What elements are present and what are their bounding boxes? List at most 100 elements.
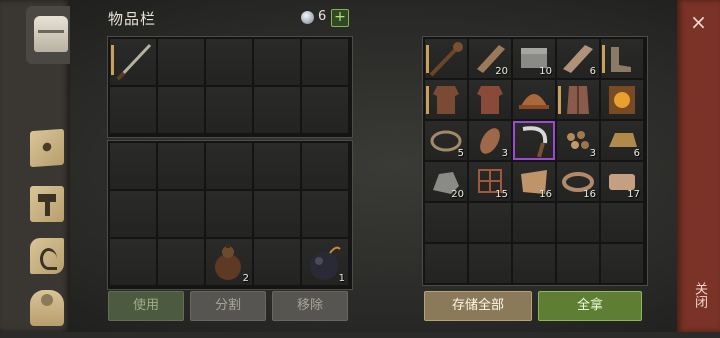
inventory-slot[interactable] — [254, 39, 300, 85]
remove-button[interactable]: 移除 — [272, 291, 348, 321]
storage-slot[interactable] — [557, 80, 599, 119]
add-gems-button[interactable]: + — [331, 9, 349, 27]
storage-slot-selected[interactable] — [513, 121, 555, 160]
close-panel[interactable]: × 关闭 — [677, 0, 720, 332]
leather-armor-icon — [433, 86, 459, 114]
storage-slot[interactable] — [601, 203, 643, 242]
inventory-slot[interactable] — [206, 191, 252, 237]
inventory-slot[interactable] — [158, 39, 204, 85]
item-quantity: 6 — [589, 66, 596, 77]
close-icon[interactable]: × — [677, 10, 720, 34]
storage-slot[interactable]: 10 — [513, 39, 555, 78]
map-icon — [30, 128, 64, 168]
storage-slot[interactable] — [557, 203, 599, 242]
inventory-slot[interactable] — [158, 239, 204, 285]
inventory-slot[interactable] — [206, 39, 252, 85]
helmet-icon — [519, 94, 549, 109]
storage-slot[interactable] — [601, 244, 643, 283]
item-quantity: 17 — [627, 189, 640, 200]
item-quantity: 1 — [338, 273, 345, 284]
tab-quests[interactable] — [22, 228, 70, 286]
inventory-slot[interactable] — [302, 39, 348, 85]
storage-slot[interactable] — [425, 244, 467, 283]
inventory-grid-bag: 2 1 — [107, 140, 353, 290]
vest-icon — [567, 86, 589, 114]
storage-slot[interactable]: 6 — [557, 39, 599, 78]
storage-slot[interactable] — [469, 80, 511, 119]
storage-slot[interactable] — [469, 203, 511, 242]
storage-slot[interactable] — [601, 80, 643, 119]
tab-character[interactable] — [22, 280, 70, 338]
storage-slot[interactable]: 5 — [425, 121, 467, 160]
storage-slot[interactable] — [425, 39, 467, 78]
storage-slot[interactable] — [513, 203, 555, 242]
storage-slot[interactable]: 3 — [469, 121, 511, 160]
inventory-slot[interactable] — [254, 87, 300, 133]
close-label[interactable]: 关闭 — [689, 282, 709, 308]
boots-icon — [611, 47, 631, 72]
storage-slot[interactable]: 6 — [601, 121, 643, 160]
storage-slot[interactable]: 15 — [469, 162, 511, 201]
use-button[interactable]: 使用 — [108, 291, 184, 321]
tab-crafting[interactable] — [22, 176, 70, 234]
inventory-slot[interactable] — [110, 191, 156, 237]
inventory-slot[interactable]: 2 — [206, 239, 252, 285]
inventory-slot[interactable] — [254, 143, 300, 189]
storage-slot[interactable]: 17 — [601, 162, 643, 201]
storage-slot[interactable] — [425, 203, 467, 242]
inventory-slot[interactable] — [110, 239, 156, 285]
inventory-slot[interactable] — [302, 87, 348, 133]
inventory-slot[interactable] — [110, 143, 156, 189]
hammer-icon — [30, 186, 64, 222]
storage-slot[interactable]: 20 — [425, 162, 467, 201]
storage-slot[interactable]: 16 — [557, 162, 599, 201]
gem-count: 6 — [318, 9, 327, 24]
item-quantity: 16 — [539, 189, 552, 200]
gem-icon — [301, 11, 314, 24]
inventory-slot[interactable] — [158, 87, 204, 133]
inventory-slot[interactable] — [302, 191, 348, 237]
inventory-slot[interactable]: 1 — [302, 239, 348, 285]
item-quantity: 6 — [633, 148, 640, 159]
storage-slot[interactable]: 16 — [513, 162, 555, 201]
storage-grid: 20 10 6 5 3 3 6 20 15 16 16 17 — [422, 36, 648, 286]
inventory-grid-top — [107, 36, 353, 138]
inventory-slot[interactable] — [206, 143, 252, 189]
tab-map[interactable] — [22, 120, 70, 178]
sidebar — [0, 0, 70, 332]
storage-slot[interactable] — [513, 80, 555, 119]
storage-slot[interactable] — [557, 244, 599, 283]
item-quantity: 15 — [495, 189, 508, 200]
spiked-club-icon — [429, 42, 463, 77]
storage-slot[interactable] — [513, 244, 555, 283]
storage-slot[interactable] — [469, 244, 511, 283]
take-all-button[interactable]: 全拿 — [538, 291, 642, 321]
split-button[interactable]: 分割 — [190, 291, 266, 321]
item-quantity: 16 — [583, 189, 596, 200]
item-quantity: 20 — [495, 66, 508, 77]
item-quantity: 20 — [451, 189, 464, 200]
chest-icon — [34, 16, 68, 52]
store-all-button[interactable]: 存储全部 — [424, 291, 532, 321]
sword-icon — [116, 43, 152, 81]
item-quantity: 3 — [501, 148, 508, 159]
inventory-slot[interactable] — [302, 143, 348, 189]
inventory-slot[interactable] — [254, 191, 300, 237]
storage-slot[interactable]: 20 — [469, 39, 511, 78]
storage-slot[interactable] — [425, 80, 467, 119]
spellbook-icon — [609, 86, 635, 114]
item-quantity: 10 — [539, 66, 552, 77]
storage-slot[interactable]: 3 — [557, 121, 599, 160]
tab-inventory[interactable] — [26, 6, 70, 64]
character-icon — [30, 290, 64, 326]
page-title: 物品栏 — [108, 10, 157, 28]
inventory-slot[interactable] — [254, 239, 300, 285]
sickle-icon — [522, 126, 548, 158]
inventory-slot[interactable] — [110, 87, 156, 133]
inventory-slot[interactable] — [206, 87, 252, 133]
leather-shirt-icon — [477, 86, 503, 114]
inventory-slot[interactable] — [110, 39, 156, 85]
storage-slot[interactable] — [601, 39, 643, 78]
inventory-slot[interactable] — [158, 143, 204, 189]
inventory-slot[interactable] — [158, 191, 204, 237]
